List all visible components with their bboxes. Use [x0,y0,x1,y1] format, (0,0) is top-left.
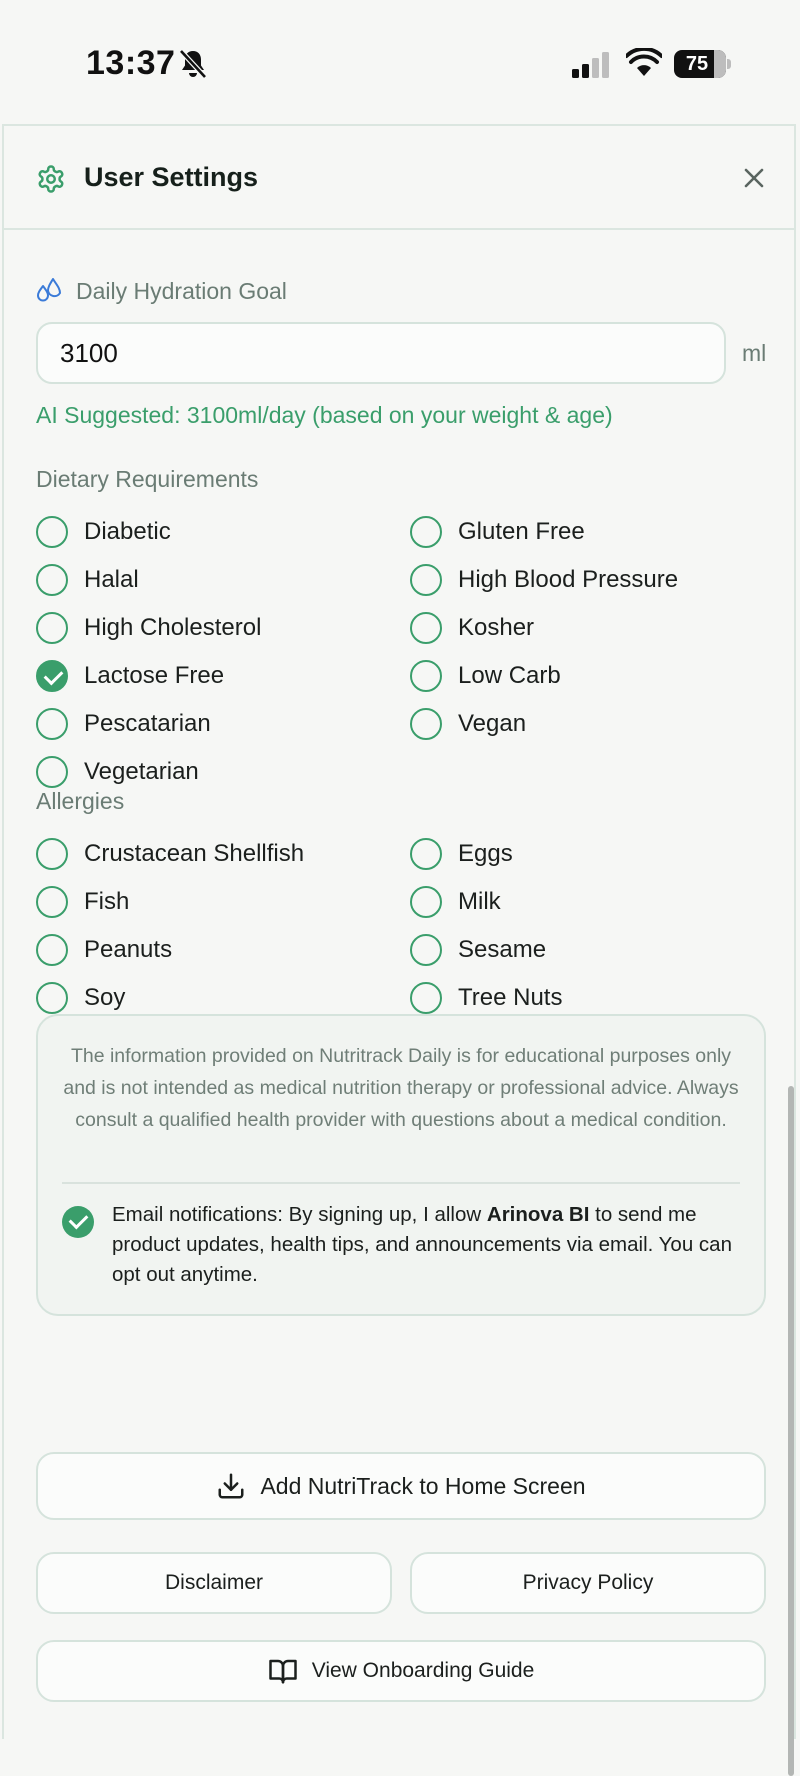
allergy-option-label: Sesame [458,936,547,963]
panel-header: User Settings [4,126,794,230]
close-icon[interactable] [736,160,772,196]
radio-unchecked-icon[interactable] [410,886,442,918]
dietary-option-label: Vegetarian [84,758,199,785]
radio-unchecked-icon[interactable] [410,708,442,740]
bell-muted-icon [179,49,207,79]
dietary-option-label: Lactose Free [84,662,225,689]
book-open-icon [268,1659,297,1684]
hydration-goal-label: Daily Hydration Goal [76,278,287,304]
battery-level: 75 [685,53,709,75]
dietary-option-kosher[interactable]: Kosher [410,610,750,646]
disclaimer-text: The information provided on Nutritrack D… [63,1045,739,1131]
dietary-option-label: Halal [84,566,139,593]
privacy-policy-label: Privacy Policy [522,1571,654,1594]
dietary-option-vegetarian[interactable]: Vegetarian [36,754,376,790]
radio-unchecked-icon[interactable] [410,982,442,1014]
add-to-home-screen-button[interactable]: Add NutriTrack to Home Screen [36,1452,766,1520]
dietary-option-diabetic[interactable]: Diabetic [36,514,376,550]
radio-unchecked-icon[interactable] [36,564,68,596]
wifi-icon [626,48,662,76]
divider [62,1182,740,1184]
view-onboarding-guide-label: View Onboarding Guide [311,1659,535,1682]
page-title: User Settings [84,162,259,192]
cellular-signal-icon [572,52,609,78]
dietary-option-label: Low Carb [458,662,561,689]
privacy-policy-button[interactable]: Privacy Policy [410,1552,766,1614]
allergy-option-label: Eggs [458,840,513,867]
dietary-option-low-carb[interactable]: Low Carb [410,658,750,694]
add-to-home-screen-label: Add NutriTrack to Home Screen [260,1472,586,1499]
scrollbar[interactable] [788,1086,794,1776]
dietary-requirements-title: Dietary Requirements [36,466,259,492]
status-bar: 13:37 75 [0,0,800,124]
allergy-option-eggs[interactable]: Eggs [410,836,750,872]
radio-unchecked-icon[interactable] [410,516,442,548]
allergy-option-peanuts[interactable]: Peanuts [36,932,376,968]
dietary-option-pescatarian[interactable]: Pescatarian [36,706,376,742]
settings-panel: User Settings Daily Hydration Goal ml AI… [2,124,796,1776]
allergy-option-label: Soy [84,984,126,1011]
allergy-option-label: Crustacean Shellfish [84,840,305,867]
radio-unchecked-icon[interactable] [36,756,68,788]
dietary-option-label: Gluten Free [458,518,585,545]
radio-checked-icon[interactable] [36,660,68,692]
email-consent-prefix: Email notifications: By signing up, I al… [112,1203,487,1226]
allergy-option-tree-nuts[interactable]: Tree Nuts [410,980,750,1016]
radio-unchecked-icon[interactable] [410,564,442,596]
radio-unchecked-icon[interactable] [36,708,68,740]
radio-unchecked-icon[interactable] [36,516,68,548]
status-time: 13:37 [86,44,176,82]
radio-unchecked-icon[interactable] [410,660,442,692]
radio-unchecked-icon[interactable] [410,934,442,966]
dietary-option-label: Diabetic [84,518,171,545]
dietary-option-high-cholesterol[interactable]: High Cholesterol [36,610,376,646]
dietary-option-label: High Cholesterol [84,614,262,641]
view-onboarding-guide-button[interactable]: View Onboarding Guide [36,1640,766,1702]
hydration-unit: ml [742,340,767,366]
radio-unchecked-icon[interactable] [36,886,68,918]
allergy-option-label: Peanuts [84,936,173,963]
ai-suggestion-text: AI Suggested: 3100ml/day (based on your … [36,402,613,428]
disclaimer-button-label: Disclaimer [164,1571,263,1594]
disclaimer-button[interactable]: Disclaimer [36,1552,392,1614]
allergy-option-fish[interactable]: Fish [36,884,376,920]
dietary-option-label: Kosher [458,614,535,641]
email-notifications-checkbox[interactable] [62,1206,94,1238]
dietary-option-gluten-free[interactable]: Gluten Free [410,514,750,550]
brand-name: Arinova BI [486,1203,590,1226]
dietary-option-halal[interactable]: Halal [36,562,376,598]
allergy-option-label: Tree Nuts [458,984,563,1011]
radio-unchecked-icon[interactable] [410,838,442,870]
info-box: The information provided on Nutritrack D… [36,1014,766,1316]
radio-unchecked-icon[interactable] [36,612,68,644]
battery-icon: 75 [674,50,731,78]
allergy-option-milk[interactable]: Milk [410,884,750,920]
dietary-option-high-blood-pressure[interactable]: High Blood Pressure [410,562,750,598]
dietary-option-vegan[interactable]: Vegan [410,706,750,742]
email-consent-text: Email notifications: By signing up, I al… [112,1200,752,1290]
radio-unchecked-icon[interactable] [36,934,68,966]
dietary-option-label: Pescatarian [84,710,211,737]
dietary-option-label: Vegan [458,710,527,737]
radio-unchecked-icon[interactable] [410,612,442,644]
allergies-title: Allergies [36,788,125,814]
water-drops-icon [37,278,61,302]
allergy-option-crustacean-shellfish[interactable]: Crustacean Shellfish [36,836,376,872]
radio-unchecked-icon[interactable] [36,982,68,1014]
dietary-option-lactose-free[interactable]: Lactose Free [36,658,376,694]
gear-icon [38,165,64,193]
allergy-option-soy[interactable]: Soy [36,980,376,1016]
download-icon [218,1473,244,1499]
radio-unchecked-icon[interactable] [36,838,68,870]
allergy-option-label: Fish [84,888,130,915]
dietary-option-label: High Blood Pressure [458,566,679,593]
allergy-option-sesame[interactable]: Sesame [410,932,750,968]
allergy-option-label: Milk [458,888,501,915]
hydration-goal-input[interactable] [36,322,726,384]
